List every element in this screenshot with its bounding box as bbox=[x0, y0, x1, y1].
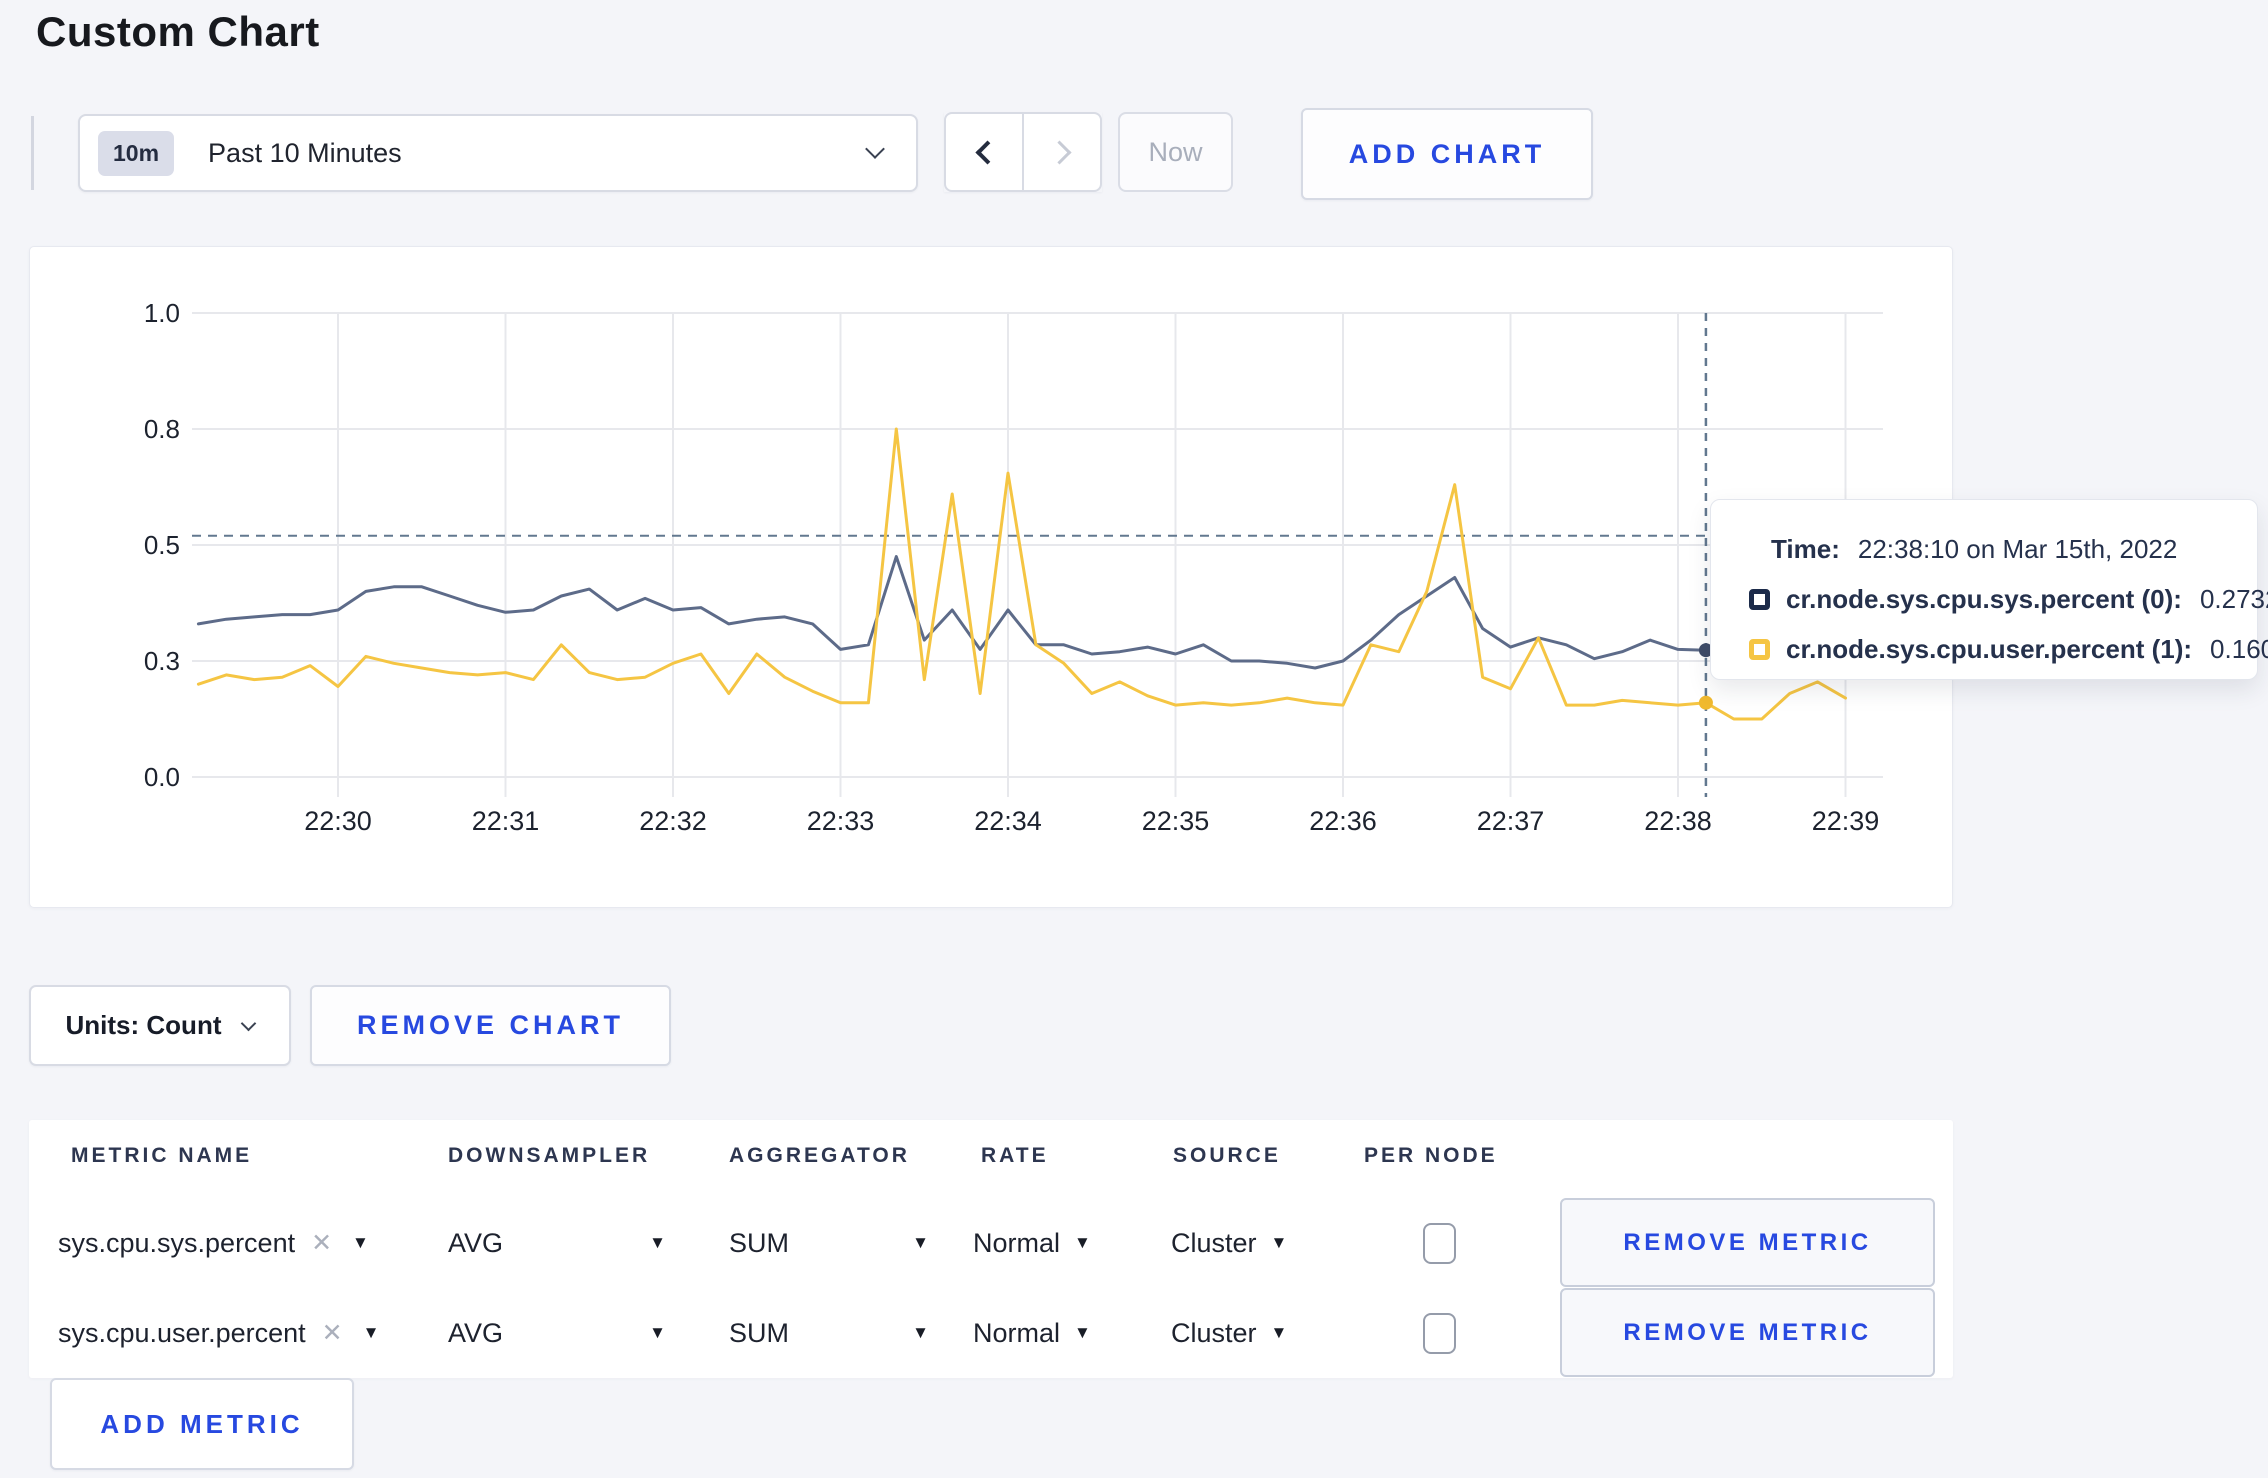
time-range-badge: 10m bbox=[98, 130, 175, 176]
metric-name-cell: sys.cpu.user.percent ✕ ▼ bbox=[58, 1317, 380, 1348]
aggregator-select[interactable]: SUM ▼ bbox=[729, 1198, 929, 1288]
chevron-down-icon bbox=[241, 1015, 257, 1031]
chevron-down-icon bbox=[865, 139, 885, 159]
time-nav-group bbox=[944, 112, 1102, 192]
series-user-legend-icon bbox=[1749, 638, 1770, 660]
chart-tooltip: Time: 22:38:10 on Mar 15th, 2022 cr.node… bbox=[1710, 499, 2268, 680]
add-metric-button[interactable]: ADD METRIC bbox=[50, 1378, 354, 1470]
page-title: Custom Chart bbox=[36, 8, 320, 55]
caret-down-icon: ▼ bbox=[1074, 1323, 1091, 1342]
col-header-metric-name: METRIC NAME bbox=[71, 1144, 253, 1167]
time-forward-button[interactable] bbox=[1023, 112, 1102, 192]
col-header-aggregator: AGGREGATOR bbox=[729, 1144, 910, 1167]
col-header-downsampler: DOWNSAMPLER bbox=[448, 1144, 651, 1167]
time-range-label: Past 10 Minutes bbox=[208, 137, 402, 168]
col-header-per-node: PER NODE bbox=[1364, 1144, 1498, 1167]
aggregator-select[interactable]: SUM ▼ bbox=[729, 1288, 929, 1378]
tooltip-series-sys-value: 0.2732 bbox=[2199, 583, 2268, 614]
add-chart-label: ADD CHART bbox=[1348, 138, 1546, 169]
caret-down-icon: ▼ bbox=[1074, 1233, 1091, 1252]
metrics-table: METRIC NAME DOWNSAMPLER AGGREGATOR RATE … bbox=[29, 1120, 1953, 1378]
caret-down-icon: ▼ bbox=[649, 1233, 666, 1252]
caret-down-icon: ▼ bbox=[912, 1323, 929, 1342]
per-node-checkbox[interactable] bbox=[1423, 1313, 1456, 1354]
metric-name-dropdown-icon[interactable]: ▼ bbox=[363, 1323, 380, 1343]
source-select[interactable]: Cluster ▼ bbox=[1171, 1198, 1287, 1288]
remove-metric-name-icon[interactable]: ✕ bbox=[322, 1318, 343, 1348]
chevron-right-icon bbox=[1046, 139, 1072, 165]
add-metric-label: ADD METRIC bbox=[100, 1408, 304, 1439]
remove-metric-name-icon[interactable]: ✕ bbox=[311, 1228, 332, 1258]
time-back-button[interactable] bbox=[944, 112, 1023, 192]
remove-metric-button[interactable]: REMOVE METRIC bbox=[1560, 1288, 1935, 1377]
tooltip-series-sys-label: cr.node.sys.cpu.sys.percent (0): bbox=[1786, 583, 2182, 614]
caret-down-icon: ▼ bbox=[1270, 1233, 1288, 1252]
rate-select[interactable]: Normal ▼ bbox=[973, 1288, 1091, 1378]
downsampler-select[interactable]: AVG ▼ bbox=[448, 1288, 666, 1378]
caret-down-icon: ▼ bbox=[649, 1323, 666, 1342]
chart-card bbox=[29, 246, 1953, 908]
downsampler-select[interactable]: AVG ▼ bbox=[448, 1198, 666, 1288]
metric-name-dropdown-icon[interactable]: ▼ bbox=[352, 1233, 369, 1253]
tooltip-time-label: Time: bbox=[1771, 533, 1840, 564]
remove-metric-button[interactable]: REMOVE METRIC bbox=[1560, 1198, 1935, 1287]
units-dropdown[interactable]: Units: Count bbox=[29, 985, 291, 1066]
tooltip-series-user-label: cr.node.sys.cpu.user.percent (1): bbox=[1786, 633, 2193, 664]
now-button[interactable]: Now bbox=[1118, 112, 1233, 192]
add-chart-button[interactable]: ADD CHART bbox=[1301, 108, 1593, 200]
remove-chart-label: REMOVE CHART bbox=[356, 1010, 624, 1040]
toolbar-divider bbox=[31, 116, 34, 190]
units-label: Units: Count bbox=[65, 1010, 222, 1040]
time-range-dropdown[interactable]: 10m Past 10 Minutes bbox=[78, 114, 918, 192]
chevron-left-icon bbox=[974, 139, 1000, 165]
metric-name-cell: sys.cpu.sys.percent ✕ ▼ bbox=[58, 1227, 369, 1258]
series-sys-legend-icon bbox=[1749, 588, 1770, 610]
caret-down-icon: ▼ bbox=[1270, 1323, 1288, 1342]
remove-chart-button[interactable]: REMOVE CHART bbox=[310, 985, 671, 1066]
source-select[interactable]: Cluster ▼ bbox=[1171, 1288, 1287, 1378]
col-header-source: SOURCE bbox=[1173, 1144, 1281, 1167]
rate-select[interactable]: Normal ▼ bbox=[973, 1198, 1091, 1288]
tooltip-series-user-value: 0.1601 bbox=[2210, 633, 2268, 664]
tooltip-time-value: 22:38:10 on Mar 15th, 2022 bbox=[1857, 533, 2178, 564]
now-button-label: Now bbox=[1148, 136, 1203, 167]
per-node-checkbox[interactable] bbox=[1423, 1223, 1456, 1264]
caret-down-icon: ▼ bbox=[912, 1233, 929, 1252]
col-header-rate: RATE bbox=[981, 1144, 1049, 1167]
